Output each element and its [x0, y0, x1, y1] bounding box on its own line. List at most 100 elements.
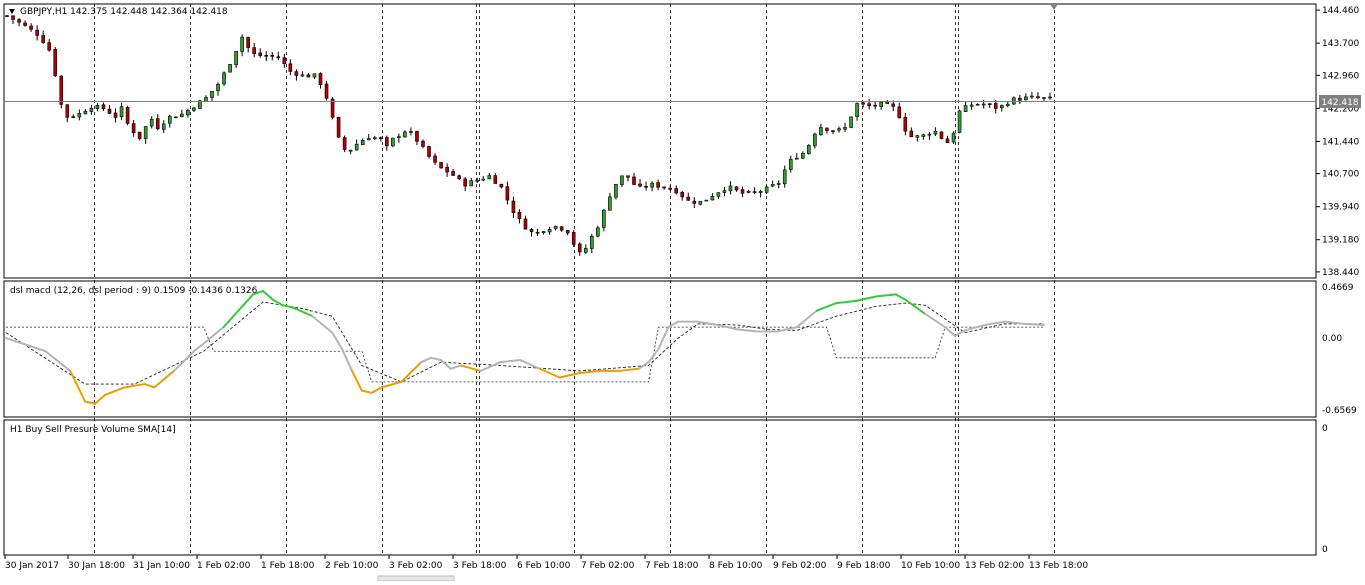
candle-bull: [620, 175, 624, 185]
candle-bull: [1042, 97, 1046, 99]
candle-bull: [348, 149, 353, 152]
candle-bear: [288, 63, 293, 72]
candle-bull: [391, 137, 395, 147]
candle-bull: [933, 130, 938, 135]
candle-bear: [626, 175, 630, 178]
chart-root[interactable]: 144.460 143.700 142.960 142.200 141.440 140.7…: [0, 0, 1365, 582]
price-panel[interactable]: [3, 3, 1317, 279]
time-scrollbar[interactable]: [377, 575, 455, 582]
candle-bull: [167, 115, 172, 124]
candle-bear: [318, 73, 323, 85]
candle-bear: [873, 104, 877, 107]
time-tick-label: 3 Feb 02:00: [389, 561, 443, 571]
chart-canvas[interactable]: 144.460143.700142.960142.200141.440140.7…: [0, 0, 1365, 582]
candle-bear: [867, 103, 871, 107]
candle-bull: [583, 248, 588, 253]
candle-bull: [89, 107, 94, 112]
candle-bear: [107, 108, 112, 114]
price-tick-label: 144.460: [1322, 6, 1359, 16]
candle-bull: [782, 169, 787, 185]
candle-bear: [336, 116, 341, 138]
candle-bear: [113, 112, 118, 118]
candle-bear: [523, 218, 528, 230]
candle-bull: [614, 183, 618, 198]
candle-bull: [776, 183, 781, 185]
candle-bull: [608, 196, 612, 211]
candle-bull: [119, 106, 124, 118]
price-chart-title: GBPJPY,H1 142.375 142.448 142.364 142.41…: [20, 7, 228, 17]
candle-bear: [137, 131, 142, 139]
candle-bull: [843, 127, 847, 130]
volume-title: H1 Buy Sell Presure Volume SMA[14]: [10, 425, 176, 435]
candle-bear: [433, 155, 437, 163]
time-tick-label: 2 Feb 10:00: [325, 561, 379, 571]
time-tick-label: 13 Feb 02:00: [965, 561, 1024, 571]
candle-bear: [493, 175, 498, 184]
candle-bear: [47, 42, 52, 51]
candle-bull: [354, 143, 359, 151]
candle-bear: [270, 55, 275, 57]
time-tick-label: 31 Jan 10:00: [133, 561, 190, 571]
candle-bull: [161, 123, 166, 130]
time-tick-label: 1 Feb 18:00: [261, 561, 315, 571]
candle-bear: [342, 137, 347, 150]
candle-bear: [577, 243, 582, 253]
candle-bear: [282, 57, 287, 65]
candle-bear: [65, 104, 70, 118]
candle-bull: [969, 104, 974, 107]
volume-panel[interactable]: [3, 419, 1317, 556]
candle-bear: [17, 19, 21, 23]
time-tick-label: 13 Feb 18:00: [1029, 561, 1088, 571]
candle-bear: [451, 171, 455, 176]
candle-bear: [638, 183, 642, 187]
time-tick-label: 7 Feb 02:00: [581, 561, 635, 571]
candle-bull: [788, 158, 793, 170]
candle-bull: [409, 131, 413, 133]
candle-bear: [385, 137, 389, 147]
candle-bear: [246, 36, 250, 48]
candle-bear: [427, 146, 431, 157]
candle-bull: [192, 107, 196, 111]
candle-bull: [228, 64, 232, 73]
candle-bull: [650, 182, 654, 188]
candle-bear: [415, 131, 419, 142]
candle-bear: [71, 116, 76, 118]
price-tick-label: 138.440: [1322, 268, 1359, 278]
time-tick-label: 9 Feb 18:00: [837, 561, 891, 571]
candle-bull: [999, 105, 1004, 108]
candle-bear: [1018, 97, 1022, 101]
candle-bull: [366, 138, 371, 141]
candle-bear: [29, 25, 33, 30]
candle-bear: [993, 103, 998, 109]
candle-bull: [758, 191, 763, 193]
candle-bear: [264, 54, 269, 57]
price-axis-ticks: 144.460143.700142.960142.200141.440140.7…: [1316, 6, 1359, 278]
candle-bull: [372, 137, 377, 140]
candle-bear: [644, 186, 648, 188]
candle-bull: [879, 101, 883, 107]
price-tick-label: 139.940: [1322, 203, 1359, 213]
candle-bear: [752, 191, 757, 193]
candle-bear: [686, 196, 691, 201]
candle-bull: [915, 135, 920, 138]
candle-bull: [210, 90, 214, 98]
candle-bear: [505, 186, 510, 201]
candle-bull: [77, 113, 82, 118]
candle-bear: [517, 211, 522, 219]
candle-bear: [535, 231, 540, 234]
candle-bull: [590, 235, 594, 249]
macd-panel[interactable]: [3, 280, 1317, 418]
candle-bear: [975, 103, 980, 106]
candle-bull: [710, 195, 715, 201]
time-tick-label: 30 Jan 2017: [5, 561, 59, 571]
candle-bull: [957, 110, 962, 133]
candle-bear: [41, 35, 45, 44]
candle-bear: [529, 229, 534, 232]
candle-bull: [360, 140, 365, 145]
candle-bear: [903, 116, 908, 132]
candle-bull: [770, 184, 775, 187]
candle-bull: [149, 118, 154, 127]
candle-bull: [541, 231, 546, 234]
price-tick-label: 142.960: [1322, 71, 1359, 81]
candle-bull: [1024, 96, 1028, 101]
